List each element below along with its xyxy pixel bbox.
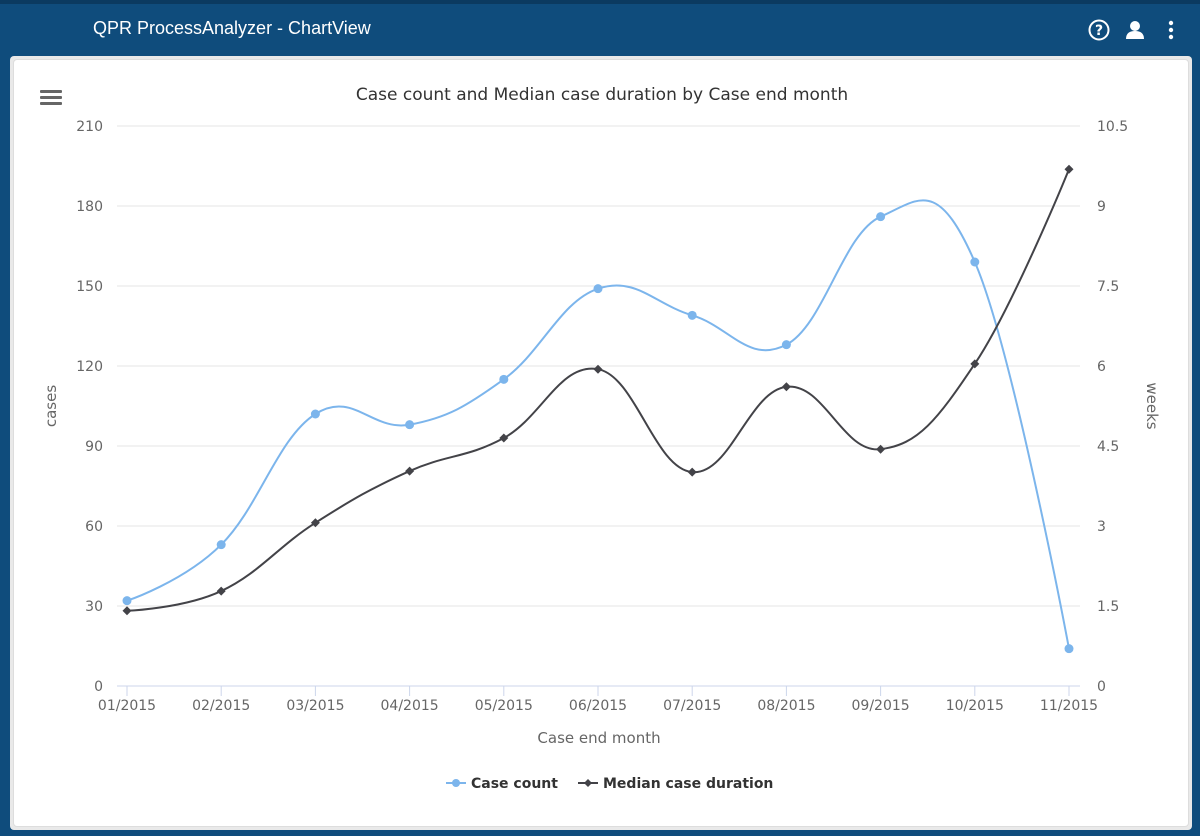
y-tick-label-right: 6 <box>1097 359 1106 375</box>
y-tick-label-right: 10.5 <box>1097 119 1128 135</box>
data-point <box>970 257 980 267</box>
y-axis-left-title: cases <box>42 385 60 427</box>
data-point <box>310 409 320 419</box>
x-tick-label: 02/2015 <box>192 698 250 714</box>
data-point <box>1064 644 1074 654</box>
data-point <box>405 420 415 430</box>
data-point <box>405 466 415 476</box>
series-line <box>126 168 1070 612</box>
data-point <box>499 374 509 384</box>
series-case-count <box>122 199 1074 654</box>
x-tick-label: 11/2015 <box>1040 698 1098 714</box>
x-tick-label: 08/2015 <box>757 698 815 714</box>
data-point <box>122 606 132 616</box>
data-point <box>122 596 132 606</box>
x-tick-label: 06/2015 <box>569 698 627 714</box>
y-tick-label-right: 0 <box>1097 679 1106 695</box>
x-tick-label: 10/2015 <box>946 698 1004 714</box>
gridlines <box>117 125 1080 687</box>
x-tick-label: 01/2015 <box>98 698 156 714</box>
hamburger-menu-icon[interactable] <box>40 90 62 108</box>
legend-marker-diamond <box>584 779 592 787</box>
data-point <box>781 382 791 392</box>
data-point <box>876 212 886 222</box>
y-axis-right: 0 1.5 3 4.5 6 7.5 9 10.5 <box>1097 119 1128 695</box>
y-tick-label: 0 <box>94 679 103 695</box>
chart: Case count and Median case duration by C… <box>42 85 1161 792</box>
legend-label: Case count <box>471 776 558 792</box>
x-tick-label: 04/2015 <box>381 698 439 714</box>
chart-title: Case count and Median case duration by C… <box>356 85 848 105</box>
y-tick-label-right: 9 <box>1097 199 1106 215</box>
y-tick-label: 180 <box>76 199 103 215</box>
y-tick-label-right: 1.5 <box>1097 599 1119 615</box>
series-median-case-duration <box>122 164 1074 616</box>
legend: Case count Median case duration <box>446 776 773 792</box>
x-tick-label: 07/2015 <box>663 698 721 714</box>
y-tick-label: 60 <box>85 519 103 535</box>
legend-marker-circle <box>452 779 460 787</box>
y-tick-label: 150 <box>76 279 103 295</box>
series-group <box>122 164 1074 654</box>
data-point <box>593 284 603 294</box>
y-tick-label-right: 3 <box>1097 519 1106 535</box>
data-point <box>1064 164 1074 174</box>
y-axis-left: 0 30 60 90 120 150 180 210 <box>76 119 103 695</box>
y-tick-label: 90 <box>85 439 103 455</box>
data-point <box>499 433 509 443</box>
y-tick-label-right: 7.5 <box>1097 279 1119 295</box>
legend-item-case-count[interactable]: Case count <box>446 776 558 792</box>
data-point <box>216 586 226 596</box>
x-tick-label: 03/2015 <box>286 698 344 714</box>
x-axis-title: Case end month <box>537 729 660 747</box>
y-tick-label: 30 <box>85 599 103 615</box>
data-point <box>687 467 697 477</box>
legend-item-median-case-duration[interactable]: Median case duration <box>578 776 773 792</box>
data-point <box>687 310 697 320</box>
y-tick-label: 210 <box>76 119 103 135</box>
y-tick-label: 120 <box>76 359 103 375</box>
x-tick-label: 05/2015 <box>475 698 533 714</box>
y-tick-label-right: 4.5 <box>1097 439 1119 455</box>
y-axis-right-title: weeks <box>1143 382 1161 429</box>
legend-label: Median case duration <box>603 776 773 792</box>
x-tick-label: 09/2015 <box>852 698 910 714</box>
data-point <box>216 540 226 550</box>
x-axis: 01/2015 02/2015 03/2015 04/2015 05/2015 06/20… <box>98 686 1098 714</box>
data-point <box>781 340 791 350</box>
